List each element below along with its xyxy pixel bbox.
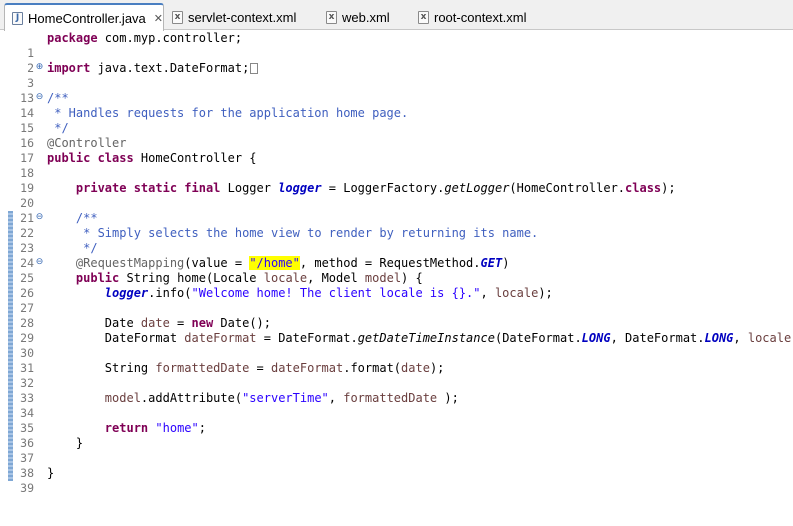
- collapse-fold-icon[interactable]: ⊖: [35, 258, 44, 267]
- tab-servlet-context-xml[interactable]: x servlet-context.xml: [172, 4, 322, 30]
- code-editor[interactable]: 1 package com.myp.controller; 2 3 ⊕ impo…: [0, 31, 793, 495]
- tab-root-context-xml[interactable]: x root-context.xml: [418, 4, 548, 30]
- xml-file-icon: x: [418, 10, 429, 24]
- code-line: 20 private static final Logger logger = …: [0, 181, 793, 210]
- code-line: 36 return "home";: [0, 421, 793, 450]
- tab-web-xml[interactable]: x web.xml: [326, 4, 406, 30]
- code-line: 39 }: [0, 466, 793, 495]
- code-line: 30 DateFormat dateFormat = DateFormat.ge…: [0, 331, 793, 360]
- expand-fold-icon[interactable]: ⊕: [35, 63, 44, 72]
- tab-homecontroller-java[interactable]: J HomeController.java ✕: [4, 3, 164, 31]
- code-line: 25 ⊖ @RequestMapping(value = "/home", me…: [0, 256, 793, 285]
- code-line: 28: [0, 301, 793, 330]
- code-line: 38: [0, 451, 793, 480]
- code-line: 37 }: [0, 436, 793, 465]
- java-file-icon: J: [12, 11, 23, 25]
- collapse-fold-icon[interactable]: ⊖: [35, 93, 44, 102]
- line-number: 39: [20, 481, 34, 495]
- tab-label: HomeController.java: [28, 10, 146, 26]
- code-line: 1 package com.myp.controller;: [0, 31, 793, 60]
- code-line: 24 */: [0, 241, 793, 270]
- tab-label: servlet-context.xml: [188, 9, 297, 25]
- code-line: 17 @Controller: [0, 136, 793, 165]
- code-line: 26 public String home(Locale locale, Mod…: [0, 271, 793, 300]
- code-line: 15 * Handles requests for the applicatio…: [0, 106, 793, 135]
- code-line: 13: [0, 76, 793, 105]
- code-line: 18 public class HomeController {: [0, 151, 793, 180]
- code-line: 21: [0, 196, 793, 225]
- xml-file-icon: x: [326, 10, 337, 24]
- code-line: 35: [0, 406, 793, 435]
- code-line: 31: [0, 346, 793, 375]
- tab-label: root-context.xml: [434, 9, 527, 25]
- code-line: 14 ⊖ /**: [0, 91, 793, 120]
- code-line: 27 logger.info("Welcome home! The client…: [0, 286, 793, 315]
- code-line: 29 Date date = new Date();: [0, 316, 793, 345]
- code-line: 23 * Simply selects the home view to ren…: [0, 226, 793, 255]
- close-icon[interactable]: ✕: [154, 12, 163, 25]
- collapse-fold-icon[interactable]: ⊖: [35, 213, 44, 222]
- code-line: 3 ⊕ import java.text.DateFormat;: [0, 61, 793, 90]
- code-line: 34 model.addAttribute("serverTime", form…: [0, 391, 793, 420]
- code-line: 32 String formattedDate = dateFormat.for…: [0, 361, 793, 390]
- code-line: 2: [0, 46, 793, 75]
- xml-file-icon: x: [172, 10, 183, 24]
- code-line: 33: [0, 376, 793, 405]
- code-line: 19: [0, 166, 793, 195]
- code-line: 22 ⊖ /**: [0, 211, 793, 240]
- code-line: 16 */: [0, 121, 793, 150]
- editor-tab-bar: J HomeController.java ✕ x servlet-contex…: [0, 0, 793, 31]
- tab-label: web.xml: [342, 9, 390, 25]
- folded-region-icon[interactable]: [250, 63, 259, 74]
